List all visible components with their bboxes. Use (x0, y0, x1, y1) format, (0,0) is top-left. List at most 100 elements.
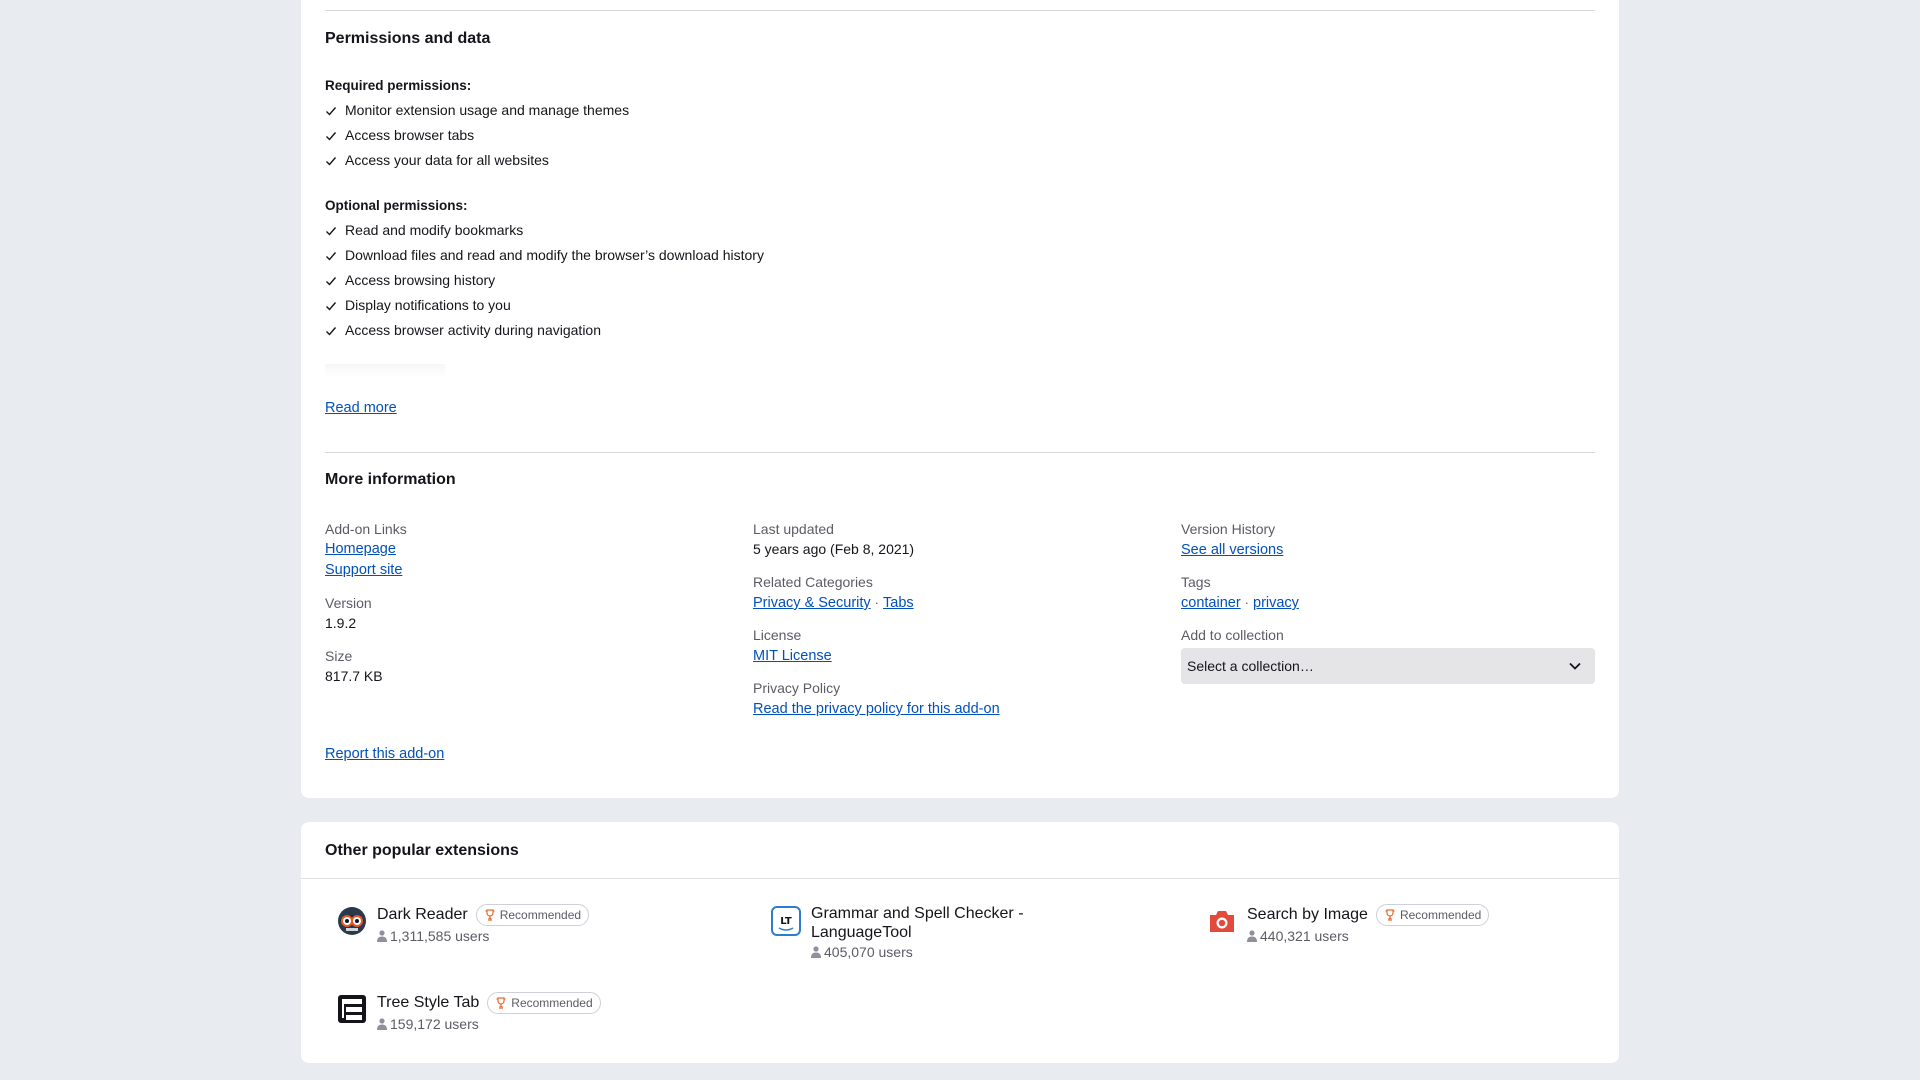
permission-item: Read and modify bookmarks (325, 218, 764, 243)
tag-link-privacy[interactable]: privacy (1253, 595, 1299, 611)
extension-info: Grammar and Spell Checker - LanguageTool… (811, 904, 1071, 960)
extension-name[interactable]: Grammar and Spell Checker - LanguageTool (811, 904, 1071, 942)
size-value: 817.7 KB (325, 668, 383, 684)
license-link[interactable]: MIT License (753, 648, 832, 664)
recommended-badge-label: Recommended (1399, 908, 1482, 922)
support-site-link[interactable]: Support site (325, 560, 725, 581)
extension-info: Tree Style Tab Recommended 159,172 users (377, 992, 601, 1032)
extension-name-row: Search by Image Recommended (1247, 904, 1490, 926)
category-link-privacy-security[interactable]: Privacy & Security (753, 595, 871, 611)
user-icon (377, 1018, 387, 1030)
user-icon (811, 946, 821, 958)
extension-name[interactable]: Search by Image (1247, 906, 1368, 924)
extension-users: 405,070 users (811, 944, 1071, 960)
extension-name-row: Grammar and Spell Checker - LanguageTool (811, 904, 1071, 942)
version-value: 1.9.2 (325, 615, 357, 631)
extension-users: 1,311,585 users (377, 928, 589, 944)
user-icon (1247, 930, 1257, 942)
collection-select-value: Select a collection… (1187, 658, 1314, 674)
permission-text: Download files and read and modify the b… (345, 247, 764, 263)
report-addon-link[interactable]: Report this add-on (325, 746, 444, 762)
section-divider (325, 452, 1595, 453)
permission-text: Access browser tabs (345, 127, 475, 143)
extension-card-dark-reader[interactable]: Dark Reader Recommended 1,311,585 users (337, 904, 590, 944)
check-icon (326, 156, 337, 166)
version-history-label: Version History (1181, 521, 1276, 537)
user-count: 440,321 users (1260, 928, 1349, 944)
extension-card-languagetool[interactable]: LT Grammar and Spell Checker - LanguageT… (771, 904, 1071, 960)
extension-name[interactable]: Dark Reader (377, 906, 468, 924)
homepage-link[interactable]: Homepage (325, 539, 725, 560)
extension-info: Dark Reader Recommended 1,311,585 users (377, 904, 590, 944)
user-count: 1,311,585 users (390, 928, 490, 944)
required-permissions-list: Monitor extension usage and manage theme… (325, 98, 629, 173)
tags-block: Tags container · privacy (1181, 572, 1595, 613)
privacy-policy-link[interactable]: Read the privacy policy for this add-on (753, 701, 1000, 717)
check-icon (326, 226, 337, 236)
trophy-icon (1385, 909, 1395, 921)
check-icon (326, 106, 337, 116)
extension-card-search-by-image[interactable]: Search by Image Recommended 440,321 user… (1207, 904, 1490, 944)
collection-select[interactable]: Select a collection… (1181, 648, 1595, 684)
extension-info: Search by Image Recommended 440,321 user… (1247, 904, 1490, 944)
extension-users: 159,172 users (377, 1016, 601, 1032)
separator: · (1244, 595, 1249, 610)
permission-item: Access browser tabs (325, 123, 629, 148)
tags: container · privacy (1181, 592, 1595, 613)
last-updated-block: Last updated 5 years ago (Feb 8, 2021) (753, 519, 1153, 560)
size-label: Size (325, 648, 353, 664)
check-icon (326, 301, 337, 311)
user-count: 159,172 users (390, 1016, 479, 1032)
extension-card-tree-style-tab[interactable]: Tree Style Tab Recommended 159,172 users (337, 992, 601, 1032)
user-icon (377, 930, 387, 942)
permission-text: Monitor extension usage and manage theme… (345, 102, 630, 118)
permission-text: Display notifications to you (345, 297, 511, 313)
addon-links: Homepage Support site (325, 539, 725, 581)
recommended-badge: Recommended (487, 992, 601, 1014)
more-info-title: More information (325, 471, 456, 488)
separator: · (874, 595, 879, 610)
truncated-content-fade (325, 364, 445, 378)
recommended-badge: Recommended (1375, 904, 1490, 926)
last-updated-value: 5 years ago (Feb 8, 2021) (753, 541, 915, 557)
category-link-tabs[interactable]: Tabs (883, 595, 914, 611)
optional-permissions-list: Read and modify bookmarks Download files… (325, 218, 764, 343)
addon-links-label: Add-on Links (325, 521, 407, 537)
license-label: License (753, 627, 802, 643)
trophy-icon (485, 909, 495, 921)
trophy-icon (496, 997, 506, 1009)
popular-divider (301, 878, 1619, 879)
recommended-badge-label: Recommended (511, 996, 593, 1010)
info-column-2: Last updated 5 years ago (Feb 8, 2021) R… (753, 519, 1153, 731)
info-column-3: Version History See all versions Tags co… (1181, 519, 1595, 696)
user-count: 405,070 users (824, 944, 913, 960)
dark-reader-icon (338, 907, 366, 935)
top-divider (325, 10, 1595, 11)
related-categories-block: Related Categories Privacy & Security · Ta… (753, 572, 1153, 613)
permission-text: Access your data for all websites (345, 152, 549, 168)
tag-link-container[interactable]: container (1181, 595, 1241, 611)
version-block: Version 1.9.2 (325, 593, 725, 634)
license-block: License MIT License (753, 625, 1153, 666)
related-categories: Privacy & Security · Tabs (753, 592, 1153, 613)
permission-text: Read and modify bookmarks (345, 222, 524, 238)
required-permissions-heading: Required permissions: (325, 78, 472, 93)
extension-name-row: Dark Reader Recommended (377, 904, 590, 926)
extension-name[interactable]: Tree Style Tab (377, 994, 479, 1012)
permission-text: Access browsing history (345, 272, 496, 288)
related-categories-label: Related Categories (753, 574, 873, 590)
read-more-link[interactable]: Read more (325, 400, 397, 416)
permissions-title: Permissions and data (325, 30, 491, 47)
chevron-down-icon (1569, 662, 1581, 670)
extension-users: 440,321 users (1247, 928, 1489, 944)
extension-name-row: Tree Style Tab Recommended (377, 992, 601, 1014)
recommended-badge: Recommended (475, 904, 590, 926)
svg-text:LT: LT (780, 916, 792, 927)
check-icon (326, 276, 337, 286)
tags-label: Tags (1181, 574, 1211, 590)
see-all-versions-link[interactable]: See all versions (1181, 542, 1283, 558)
info-column-1: Add-on Links Homepage Support site Versi… (325, 519, 725, 699)
addon-details-card: Permissions and data Required permission… (301, 0, 1619, 798)
check-icon (326, 326, 337, 336)
privacy-policy-value: Read the privacy policy for this add-on (753, 698, 1153, 719)
